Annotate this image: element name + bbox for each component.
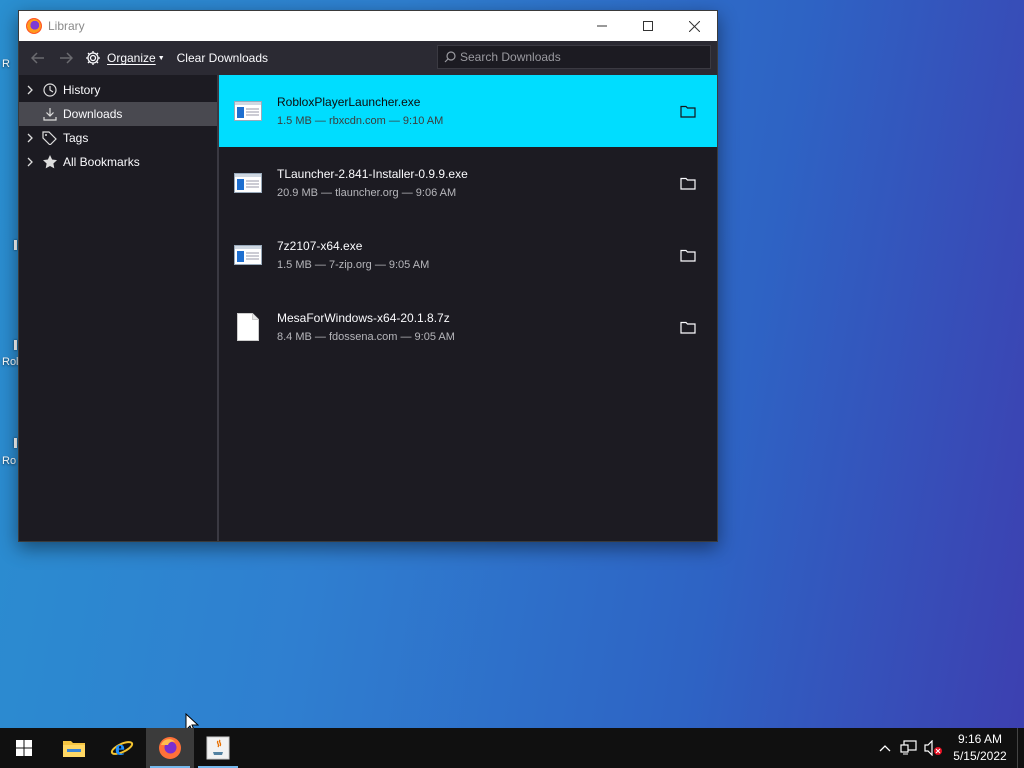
exe-icon <box>233 96 263 126</box>
organize-label: Organize <box>107 51 156 65</box>
taskbar-internet-explorer[interactable]: e <box>98 728 146 768</box>
desktop-icon-label[interactable]: Rol <box>2 356 19 368</box>
system-tray: 9:16 AM 5/15/2022 <box>873 728 1024 768</box>
toolbar: Organize ▼ Clear Downloads <box>19 41 717 75</box>
window-title: Library <box>48 19 85 33</box>
sidebar-item-label: History <box>63 83 101 97</box>
desktop-icon[interactable] <box>14 240 17 250</box>
clock-icon <box>41 83 59 97</box>
arrow-right-icon <box>60 52 73 64</box>
firefox-icon <box>159 737 181 759</box>
desktop-icon-label[interactable]: Ro <box>2 455 16 467</box>
sidebar-item-label: All Bookmarks <box>63 155 140 169</box>
sidebar-item-downloads[interactable]: Downloads <box>19 102 217 126</box>
file-icon <box>233 312 263 342</box>
taskbar-java[interactable] <box>194 728 242 768</box>
maximize-icon <box>643 21 653 31</box>
folder-icon[interactable] <box>679 103 697 119</box>
exe-icon <box>233 240 263 270</box>
download-name: TLauncher-2.841-Installer-0.9.9.exe <box>277 167 468 181</box>
minimize-button[interactable] <box>579 11 625 41</box>
download-item[interactable]: TLauncher-2.841-Installer-0.9.9.exe 20.9… <box>219 147 717 219</box>
exe-icon <box>233 168 263 198</box>
download-item[interactable]: RobloxPlayerLauncher.exe 1.5 MB — rbxcdn… <box>219 75 717 147</box>
folder-icon[interactable] <box>679 247 697 263</box>
download-name: RobloxPlayerLauncher.exe <box>277 95 421 109</box>
windows-logo-icon <box>16 740 32 756</box>
java-icon <box>206 736 230 760</box>
svg-text:e: e <box>115 736 125 760</box>
search-box[interactable] <box>437 45 711 69</box>
sidebar-item-label: Tags <box>63 131 89 145</box>
library-window: Library Organize ▼ Clear Downloads Searc… <box>18 10 718 542</box>
folder-icon[interactable] <box>679 175 697 191</box>
clock-time: 9:16 AM <box>957 732 1003 746</box>
gear-icon <box>86 51 100 65</box>
download-meta: 1.5 MB — rbxcdn.com — 9:10 AM <box>277 115 444 127</box>
sidebar-item-label: Downloads <box>63 107 123 121</box>
download-meta: 20.9 MB — tlauncher.org — 9:06 AM <box>277 187 457 199</box>
maximize-button[interactable] <box>625 11 671 41</box>
show-desktop-button[interactable] <box>1017 728 1024 768</box>
star-icon <box>41 154 59 170</box>
internet-explorer-icon: e <box>110 736 134 760</box>
folder-icon <box>63 741 85 757</box>
clear-downloads-button[interactable]: Clear Downloads <box>171 45 274 71</box>
start-button[interactable] <box>0 728 48 768</box>
forward-button[interactable] <box>53 45 79 71</box>
arrow-left-icon <box>31 52 44 64</box>
sidebar-item-history[interactable]: History <box>19 78 217 102</box>
chevron-right-icon[interactable] <box>19 85 41 95</box>
sidebar-item-tags[interactable]: Tags <box>19 126 217 150</box>
taskbar: e 9:16 AM 5/15/2022 <box>0 728 1024 768</box>
download-item[interactable]: MesaForWindows-x64-20.1.8.7z 8.4 MB — fd… <box>219 291 717 363</box>
search-icon <box>444 51 456 63</box>
clock[interactable]: 9:16 AM 5/15/2022 <box>949 731 1011 765</box>
back-button[interactable] <box>25 45 51 71</box>
download-item[interactable]: 7z2107-x64.exe 1.5 MB — 7-zip.org — 9:05… <box>219 219 717 291</box>
close-icon <box>688 20 700 32</box>
sidebar: History Downloads Tags All Bookmarks <box>19 75 219 541</box>
close-button[interactable] <box>671 11 717 41</box>
download-meta: 1.5 MB — 7-zip.org — 9:05 AM <box>277 259 430 271</box>
chevron-right-icon[interactable] <box>19 157 41 167</box>
organize-button[interactable]: Organize ▼ <box>79 45 171 71</box>
folder-icon[interactable] <box>679 319 697 335</box>
firefox-icon <box>26 18 42 34</box>
chevron-right-icon[interactable] <box>19 133 41 143</box>
desktop-icon[interactable] <box>14 340 17 350</box>
taskbar-firefox[interactable] <box>146 728 194 768</box>
chevron-up-icon[interactable] <box>873 744 897 752</box>
volume-muted-icon[interactable] <box>921 740 945 756</box>
search-input[interactable] <box>456 49 710 65</box>
download-meta: 8.4 MB — fdossena.com — 9:05 AM <box>277 331 455 343</box>
desktop-icon[interactable] <box>14 438 17 448</box>
network-icon[interactable] <box>897 740 921 756</box>
download-name: MesaForWindows-x64-20.1.8.7z <box>277 311 450 325</box>
download-name: 7z2107-x64.exe <box>277 239 363 253</box>
tag-icon <box>41 131 59 145</box>
download-icon <box>41 107 59 121</box>
clock-date: 5/15/2022 <box>953 749 1007 763</box>
sidebar-item-all-bookmarks[interactable]: All Bookmarks <box>19 150 217 174</box>
desktop-icon-label[interactable]: R <box>2 58 10 70</box>
title-bar[interactable]: Library <box>19 11 717 41</box>
downloads-list: RobloxPlayerLauncher.exe 1.5 MB — rbxcdn… <box>219 75 717 541</box>
chevron-down-icon: ▼ <box>157 54 165 62</box>
minimize-icon <box>597 25 607 27</box>
taskbar-file-explorer[interactable] <box>50 728 98 768</box>
